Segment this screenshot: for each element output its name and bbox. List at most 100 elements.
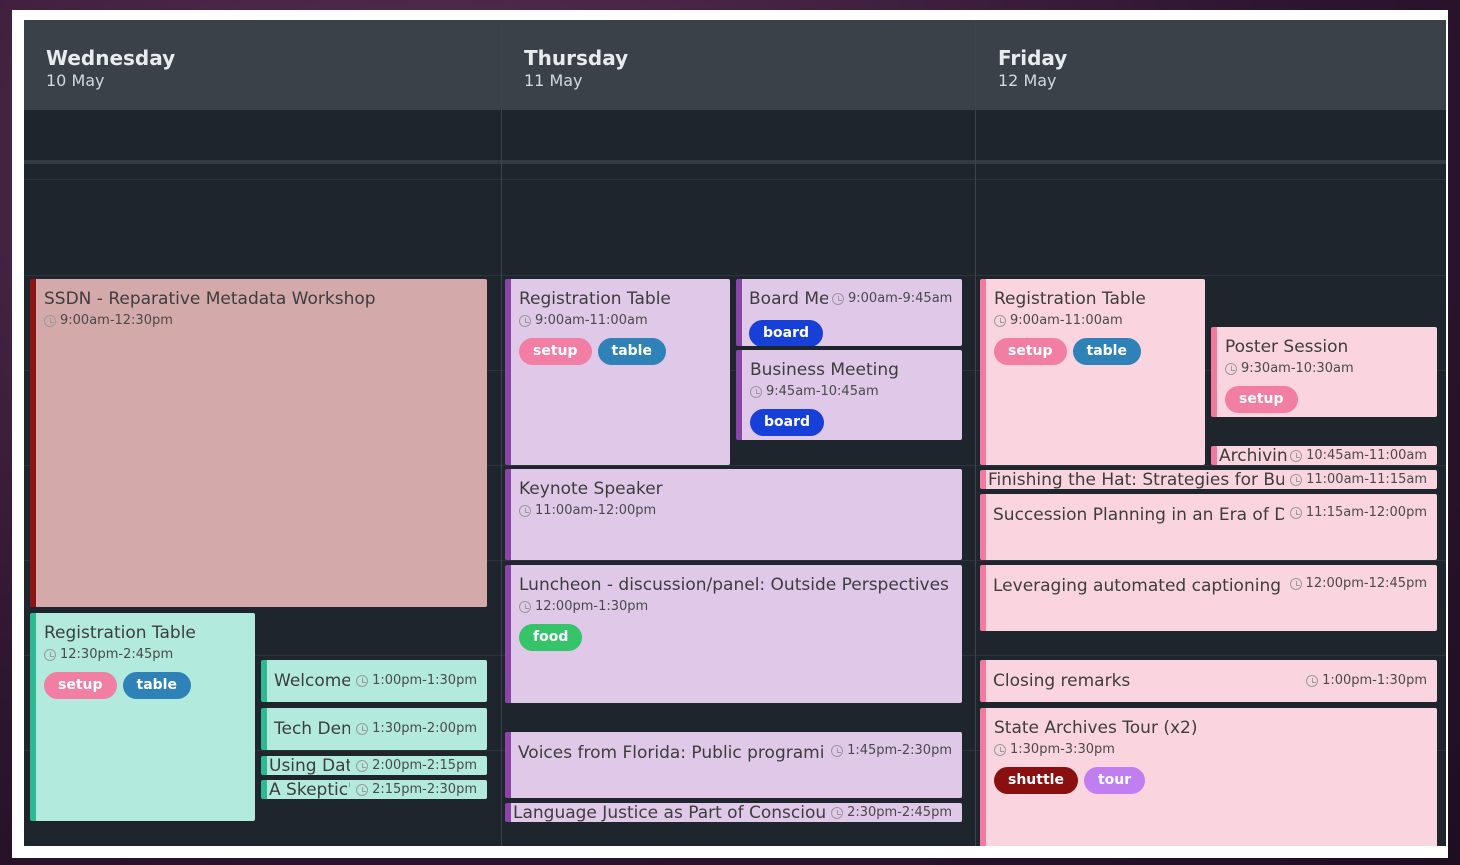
event-tags: board bbox=[749, 320, 962, 346]
event-time: 2:00pm-2:15pm bbox=[356, 757, 487, 775]
day-header-friday[interactable]: Friday 12 May bbox=[976, 20, 1446, 110]
event-time-text: 1:30pm-3:30pm bbox=[1010, 742, 1115, 757]
event-ssdn-workshop[interactable]: SSDN - Reparative Metadata Workshop 9:00… bbox=[30, 279, 487, 607]
day-name: Friday bbox=[998, 46, 1068, 70]
event-time-text: 1:30pm-2:00pm bbox=[372, 721, 477, 736]
event-tags: setup table bbox=[519, 338, 730, 365]
day-name: Wednesday bbox=[46, 46, 176, 70]
event-title: Using Data bbox=[269, 756, 350, 775]
event-succession-planning[interactable]: Succession Planning in an Era of De 11:1… bbox=[980, 494, 1437, 560]
event-title: Closing remarks bbox=[993, 671, 1131, 691]
event-closing-remarks[interactable]: Closing remarks 1:00pm-1:30pm bbox=[980, 660, 1437, 702]
clock-icon bbox=[519, 315, 531, 327]
day-header-wednesday[interactable]: Wednesday 10 May bbox=[24, 20, 502, 110]
tag-setup[interactable]: setup bbox=[994, 338, 1067, 365]
clock-icon bbox=[832, 293, 844, 305]
event-time-text: 2:15pm-2:30pm bbox=[372, 781, 477, 797]
event-tags: setup table bbox=[44, 672, 255, 699]
clock-icon bbox=[356, 759, 369, 772]
event-business-meeting[interactable]: Business Meeting 9:45am-10:45am board bbox=[736, 350, 962, 440]
clock-icon bbox=[1225, 363, 1237, 375]
event-title: State Archives Tour (x2) bbox=[994, 718, 1198, 738]
event-board-meeting[interactable]: Board Me 9:00am-9:45am board bbox=[736, 279, 962, 346]
tag-setup[interactable]: setup bbox=[1225, 386, 1298, 413]
event-tech-den[interactable]: Tech Den 1:30pm-2:00pm bbox=[261, 708, 487, 750]
event-archiving[interactable]: Archiving 10:45am-11:00am bbox=[1211, 446, 1437, 465]
event-finishing-the-hat[interactable]: Finishing the Hat: Strategies for Builc … bbox=[980, 470, 1437, 489]
clock-icon bbox=[994, 744, 1006, 756]
event-time-text: 9:30am-10:30am bbox=[1241, 361, 1354, 376]
event-title: Welcome bbox=[274, 671, 351, 691]
event-language-justice[interactable]: Language Justice as Part of Conscious 2:… bbox=[505, 803, 962, 822]
event-title: Tech Den bbox=[274, 719, 351, 739]
event-time: 11:15am-12:00pm bbox=[1289, 504, 1437, 522]
event-time-text: 11:15am-12:00pm bbox=[1305, 505, 1427, 520]
event-registration-table-fri[interactable]: Registration Table 9:00am-11:00am setup … bbox=[980, 279, 1205, 465]
event-title: Luncheon - discussion/panel: Outside Per… bbox=[519, 575, 949, 595]
event-time: 10:45am-11:00am bbox=[1290, 447, 1437, 465]
event-time: 1:30pm-3:30pm bbox=[994, 741, 1437, 759]
event-time: 9:00am-9:45am bbox=[832, 290, 952, 308]
tag-board[interactable]: board bbox=[750, 409, 825, 436]
event-poster-session[interactable]: Poster Session 9:30am-10:30am setup bbox=[1211, 327, 1437, 417]
event-title: Archiving bbox=[1219, 446, 1288, 465]
event-time-text: 9:00am-12:30pm bbox=[60, 313, 173, 328]
tag-setup[interactable]: setup bbox=[44, 672, 117, 699]
event-title: Finishing the Hat: Strategies for Builc bbox=[988, 470, 1285, 489]
event-title: Registration Table bbox=[994, 289, 1146, 309]
tag-table[interactable]: table bbox=[597, 338, 666, 365]
clock-icon bbox=[356, 783, 369, 796]
event-title: Poster Session bbox=[1225, 337, 1349, 357]
tag-shuttle[interactable]: shuttle bbox=[994, 767, 1078, 794]
clock-icon bbox=[750, 386, 762, 398]
event-time-text: 11:00am-11:15am bbox=[1306, 471, 1427, 487]
clock-icon bbox=[356, 723, 369, 735]
clock-icon bbox=[1290, 449, 1303, 462]
tag-board[interactable]: board bbox=[749, 320, 824, 346]
event-keynote-speaker[interactable]: Keynote Speaker 11:00am-12:00pm bbox=[505, 469, 962, 560]
clock-icon bbox=[519, 505, 531, 517]
event-voices-from-florida[interactable]: Voices from Florida: Public programir 1:… bbox=[505, 732, 962, 798]
event-registration-table-wed[interactable]: Registration Table 12:30pm-2:45pm setup … bbox=[30, 613, 255, 821]
event-title: SSDN - Reparative Metadata Workshop bbox=[44, 289, 376, 309]
column-divider bbox=[975, 20, 976, 846]
event-registration-table-thu[interactable]: Registration Table 9:00am-11:00am setup … bbox=[505, 279, 730, 465]
event-using-data[interactable]: Using Data 2:00pm-2:15pm bbox=[261, 756, 487, 775]
event-time: 2:30pm-2:45pm bbox=[831, 804, 962, 822]
grid-line bbox=[24, 275, 1446, 276]
event-tags: setup bbox=[1225, 386, 1437, 413]
clock-icon bbox=[994, 315, 1006, 327]
event-time-text: 9:00am-11:00am bbox=[1010, 313, 1123, 328]
day-date: 11 May bbox=[524, 71, 583, 90]
clock-icon bbox=[519, 601, 531, 613]
clock-icon bbox=[44, 315, 56, 327]
event-time: 1:00pm-1:30pm bbox=[356, 672, 487, 690]
event-time-text: 9:00am-9:45am bbox=[848, 291, 953, 306]
event-title: Leveraging automated captioning bbox=[993, 576, 1282, 596]
event-time-text: 1:00pm-1:30pm bbox=[372, 673, 477, 688]
clock-icon bbox=[831, 745, 844, 757]
day-date: 12 May bbox=[998, 71, 1057, 90]
event-time: 9:00am-11:00am bbox=[519, 312, 730, 330]
event-title: Succession Planning in an Era of De bbox=[993, 505, 1284, 525]
tag-table[interactable]: table bbox=[122, 672, 191, 699]
day-header-thursday[interactable]: Thursday 11 May bbox=[502, 20, 976, 110]
event-welcome[interactable]: Welcome 1:00pm-1:30pm bbox=[261, 660, 487, 702]
clock-icon bbox=[356, 675, 369, 687]
tag-tour[interactable]: tour bbox=[1083, 767, 1146, 794]
event-time: 1:30pm-2:00pm bbox=[356, 720, 487, 738]
tag-table[interactable]: table bbox=[1072, 338, 1141, 365]
tag-food[interactable]: food bbox=[519, 624, 583, 651]
event-leveraging-captioning[interactable]: Leveraging automated captioning 12:00pm-… bbox=[980, 565, 1437, 631]
clock-icon bbox=[1289, 578, 1302, 590]
event-time-text: 1:45pm-2:30pm bbox=[847, 743, 952, 758]
event-tags: food bbox=[519, 624, 962, 651]
week-calendar: Wednesday 10 May Thursday 11 May Friday … bbox=[24, 20, 1446, 846]
clock-icon bbox=[831, 806, 844, 819]
event-luncheon[interactable]: Luncheon - discussion/panel: Outside Per… bbox=[505, 565, 962, 703]
event-state-archives-tour[interactable]: State Archives Tour (x2) 1:30pm-3:30pm s… bbox=[980, 708, 1437, 846]
event-time-text: 1:00pm-1:30pm bbox=[1322, 673, 1427, 688]
day-name: Thursday bbox=[524, 46, 629, 70]
event-skeptics[interactable]: A Skeptic's 2:15pm-2:30pm bbox=[261, 780, 487, 799]
tag-setup[interactable]: setup bbox=[519, 338, 592, 365]
